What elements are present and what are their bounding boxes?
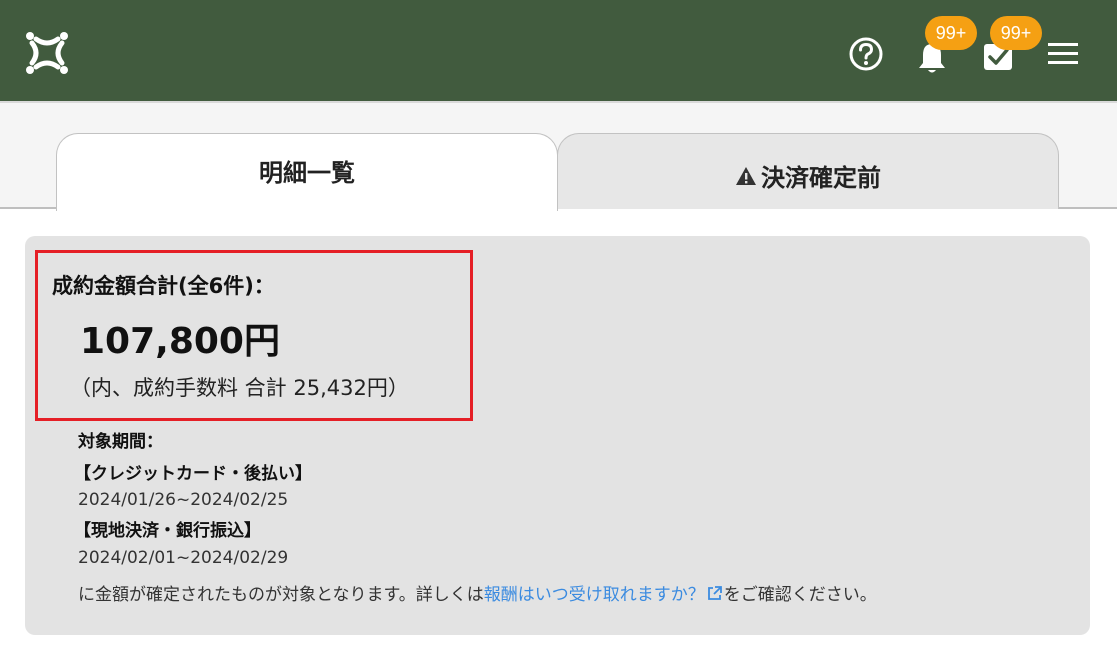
period-label: 対象期間： [78, 432, 163, 452]
tab-details-list[interactable]: 明細一覧 [56, 133, 558, 211]
tab-label: 決済確定前 [761, 164, 881, 192]
tab-strip: 明細一覧 決済確定前 [0, 103, 1117, 211]
period-range-onsite: 2024/02/01~2024/02/29 [78, 548, 289, 568]
external-link-icon [707, 586, 722, 600]
logo-icon[interactable] [24, 29, 70, 77]
payment-method-card: 【クレジットカード・後払い】 [74, 464, 312, 484]
tab-pre-settlement[interactable]: 決済確定前 [557, 133, 1059, 209]
app-header: 99+ 99+ [0, 0, 1117, 103]
tasks-badge: 99+ [990, 16, 1042, 50]
total-amount: 107,800円 [80, 321, 280, 362]
payout-help-link[interactable]: 報酬はいつ受け取れますか？ [484, 585, 724, 605]
note-before: に金額が確定されたものが対象となります。詳しくは [78, 585, 484, 605]
note-text: に金額が確定されたものが対象となります。詳しくは報酬はいつ受け取れますか？ をご確… [78, 580, 877, 605]
note-after: をご確認ください。 [723, 585, 877, 605]
warning-icon [736, 166, 756, 185]
fee-total: （内、成約手数料 合計 25,432円） [70, 376, 409, 400]
help-icon[interactable] [848, 36, 884, 72]
notifications-badge: 99+ [925, 16, 977, 50]
tab-label: 明細一覧 [259, 159, 355, 187]
total-label: 成約金額合計(全6件)： [52, 274, 275, 298]
payment-method-onsite: 【現地決済・銀行振込】 [74, 521, 261, 541]
period-range-card: 2024/01/26~2024/02/25 [78, 490, 289, 510]
menu-icon[interactable] [1046, 41, 1080, 67]
